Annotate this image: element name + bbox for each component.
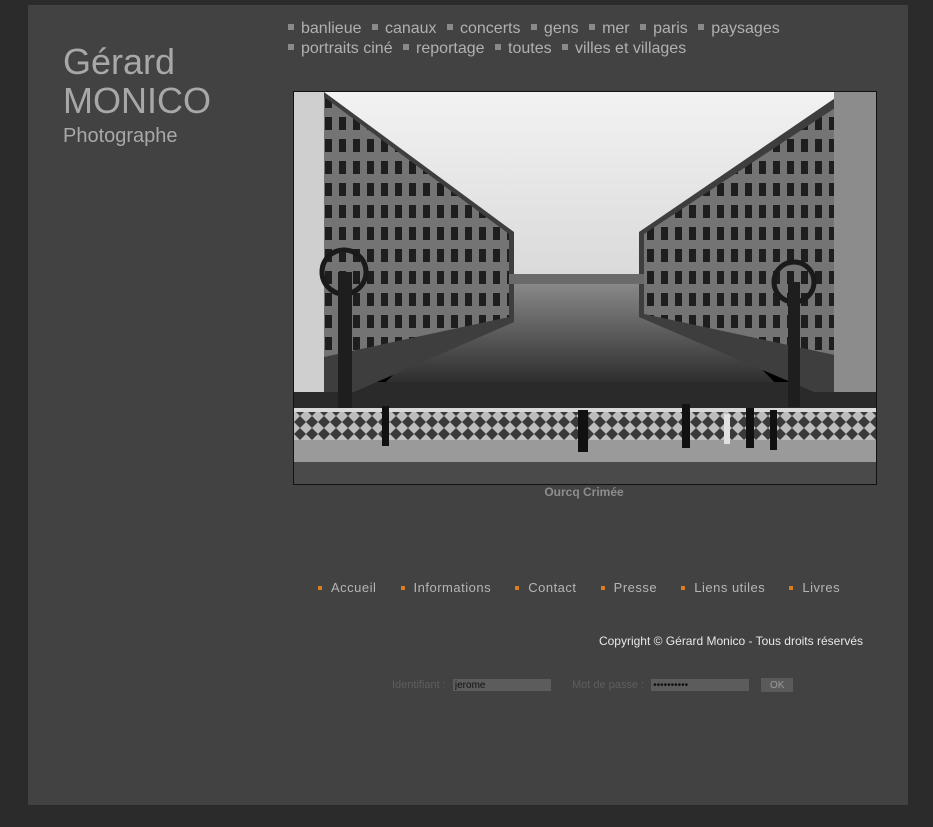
main-photo[interactable] xyxy=(293,91,877,485)
square-bullet-icon xyxy=(403,43,410,50)
square-bullet-icon xyxy=(562,43,569,50)
orange-bullet-icon xyxy=(681,585,686,590)
orange-bullet-icon xyxy=(515,585,520,590)
orange-bullet-icon xyxy=(400,585,405,590)
category-link[interactable]: paysages xyxy=(698,19,780,39)
page-frame: Gérard MONICO Photographe banlieue canau… xyxy=(28,5,908,805)
category-link[interactable]: mer xyxy=(589,19,630,39)
photo-caption: Ourcq Crimée xyxy=(544,485,624,499)
password-input[interactable] xyxy=(651,679,750,691)
square-bullet-icon xyxy=(530,23,537,30)
footer-link-contact[interactable]: Contact xyxy=(515,580,576,595)
footer-link-presse[interactable]: Presse xyxy=(600,580,657,595)
brand-first-name: Gérard xyxy=(63,41,176,82)
category-link[interactable]: paris xyxy=(640,19,688,39)
identifiant-label: Identifiant : xyxy=(392,678,446,691)
canal-photo-image xyxy=(294,92,876,484)
footer-nav: Accueil Informations Contact Presse Lien… xyxy=(318,580,860,595)
category-link[interactable]: reportage xyxy=(403,39,485,59)
square-bullet-icon xyxy=(698,23,705,30)
brand-role: Photographe xyxy=(63,125,178,147)
brand-last-name: MONICO xyxy=(63,80,211,121)
footer-link-accueil[interactable]: Accueil xyxy=(318,580,376,595)
login-ok-button[interactable]: OK xyxy=(761,678,794,692)
square-bullet-icon xyxy=(447,23,453,30)
category-link[interactable]: banlieue xyxy=(288,19,362,39)
footer-link-liens-utiles[interactable]: Liens utiles xyxy=(681,580,765,595)
password-label: Mot de passe : xyxy=(571,678,645,691)
square-bullet-icon xyxy=(640,23,647,30)
square-bullet-icon xyxy=(288,43,294,50)
footer-link-informations[interactable]: Informations xyxy=(400,580,492,595)
square-bullet-icon xyxy=(371,23,378,30)
category-nav: banlieue canaux concerts gens mer paris … xyxy=(288,19,888,59)
orange-bullet-icon xyxy=(600,585,605,590)
category-link[interactable]: concerts xyxy=(447,19,520,39)
square-bullet-icon xyxy=(589,23,596,30)
category-link[interactable]: portraits ciné xyxy=(288,39,393,59)
category-link[interactable]: toutes xyxy=(495,39,552,59)
category-link[interactable]: canaux xyxy=(371,19,437,39)
site-brand[interactable]: Gérard MONICO Photographe xyxy=(63,43,211,149)
square-bullet-icon xyxy=(495,43,501,50)
category-link[interactable]: gens xyxy=(530,19,579,39)
category-link[interactable]: villes et villages xyxy=(562,39,686,59)
orange-bullet-icon xyxy=(318,585,322,590)
square-bullet-icon xyxy=(288,23,294,30)
copyright-text: Copyright © Gérard Monico - Tous droits … xyxy=(598,634,863,648)
footer-link-livres[interactable]: Livres xyxy=(789,580,840,595)
login-form: Identifiant : Mot de passe : OK xyxy=(392,678,794,692)
orange-bullet-icon xyxy=(789,585,794,590)
identifiant-input[interactable] xyxy=(452,679,551,691)
